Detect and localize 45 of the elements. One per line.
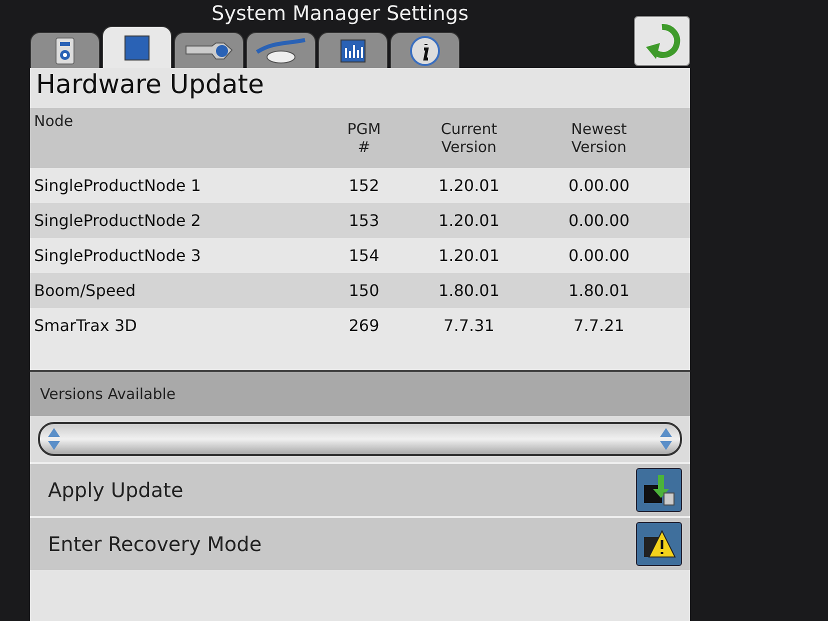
tab[interactable] xyxy=(30,32,100,68)
tab[interactable] xyxy=(174,32,244,68)
table-cell-text: SingleProductNode 1 xyxy=(33,176,202,195)
column-header: PGM # xyxy=(346,120,382,156)
table-cell-text: SingleProductNode 3 xyxy=(33,246,202,265)
info-icon xyxy=(409,34,441,66)
tab[interactable] xyxy=(318,32,388,68)
download-icon xyxy=(642,473,676,507)
up-down-arrows-icon xyxy=(658,426,674,452)
table-cell-text: 1.20.01 xyxy=(437,246,501,265)
table-cell-text: 269 xyxy=(348,316,380,335)
column-header: Current Version xyxy=(440,120,498,156)
table-cell-text: 1.20.01 xyxy=(437,211,501,230)
table-cell-text: 0.00.00 xyxy=(567,176,631,195)
table-cell-text: 153 xyxy=(348,211,380,230)
square-icon xyxy=(122,32,152,62)
action-label: Apply Update xyxy=(48,478,184,502)
table-cell-text: SmarTrax 3D xyxy=(33,316,138,335)
apply-update-button[interactable] xyxy=(636,468,682,512)
window-title: System Manager Settings xyxy=(210,0,470,26)
table-cell-text: 150 xyxy=(348,281,380,300)
recovery-mode-button[interactable] xyxy=(636,522,682,566)
tab[interactable] xyxy=(390,32,460,68)
action-label: Enter Recovery Mode xyxy=(48,532,262,556)
section-header: Versions Available xyxy=(30,370,690,416)
page-title: Hardware Update xyxy=(35,69,265,102)
version-selector[interactable] xyxy=(38,422,682,456)
table-cell-text: SingleProductNode 2 xyxy=(33,211,202,230)
table-cell-text: 7.7.21 xyxy=(572,316,626,335)
table-cell-text: 1.20.01 xyxy=(437,176,501,195)
column-header: Node xyxy=(33,111,74,130)
tab[interactable] xyxy=(102,26,172,68)
mouse-icon xyxy=(255,38,307,64)
table-cell-text: 152 xyxy=(348,176,380,195)
table-cell-text: 154 xyxy=(348,246,380,265)
table-cell-text: 0.00.00 xyxy=(567,211,631,230)
column-header: Newest Version xyxy=(570,120,628,156)
table-cell-text: 1.80.01 xyxy=(437,281,501,300)
table-cell-text: Boom/Speed xyxy=(33,281,137,300)
table-cell-text: 0.00.00 xyxy=(567,246,631,265)
back-button[interactable] xyxy=(634,16,690,66)
table-cell-text: 1.80.01 xyxy=(567,281,631,300)
up-down-arrows-icon xyxy=(46,426,62,452)
tab[interactable] xyxy=(246,32,316,68)
table-cell-text: 7.7.31 xyxy=(442,316,496,335)
